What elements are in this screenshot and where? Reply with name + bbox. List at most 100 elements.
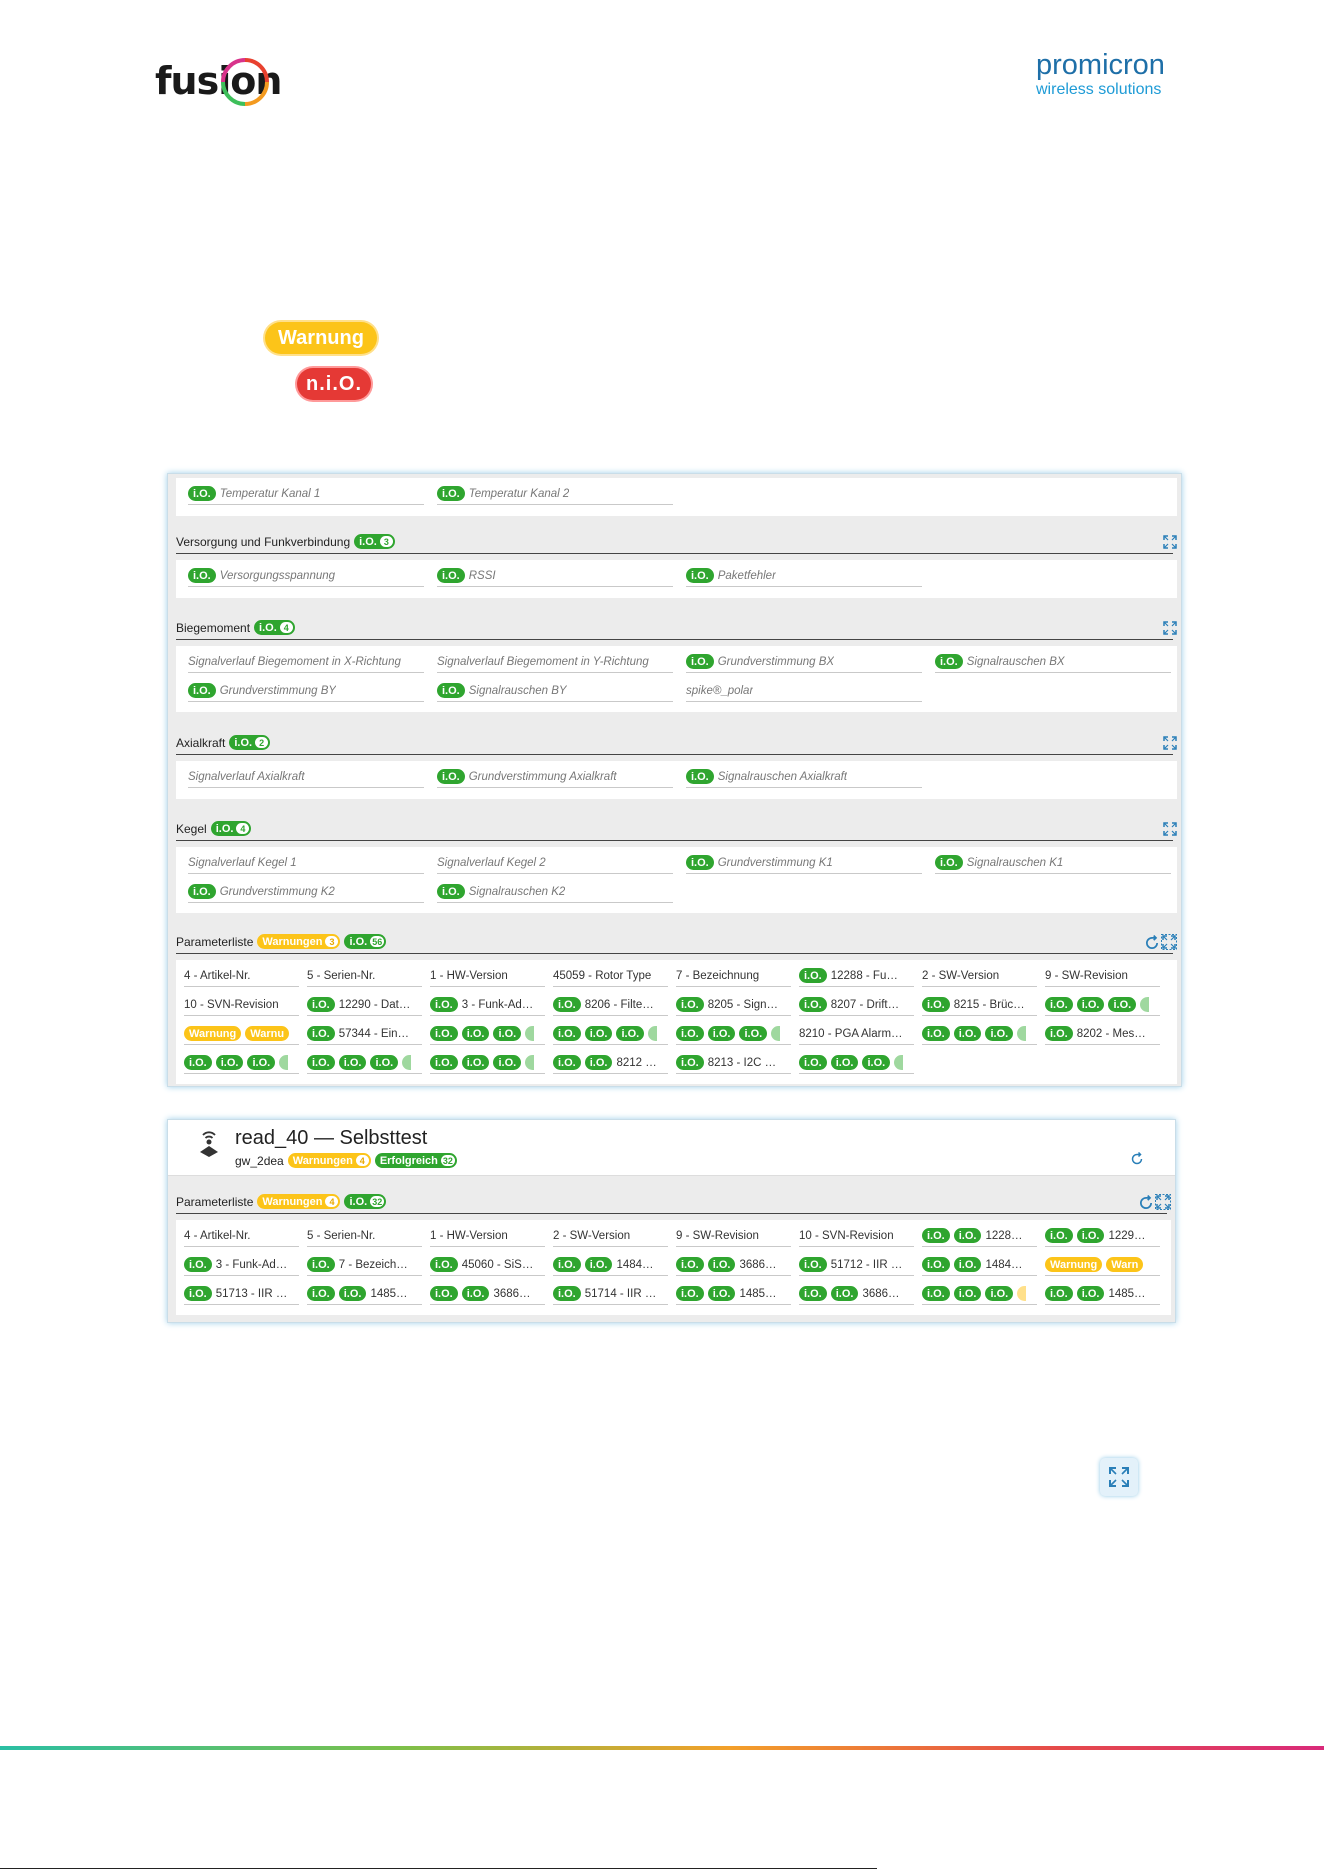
parameter-field[interactable]: i.O. 3 - Funk-Ad… <box>184 1254 299 1276</box>
measurement-field[interactable]: i.O. Paketfehler <box>686 565 922 587</box>
field-label: 3686… <box>739 1258 777 1271</box>
expand-icon[interactable] <box>1162 821 1178 837</box>
refresh-icon[interactable] <box>1144 935 1160 951</box>
io-badge: i.O. <box>307 1257 335 1272</box>
parameter-field[interactable]: i.O. 12290 - Dat… <box>307 994 422 1016</box>
field-label: 3 - Funk-Ad… <box>461 998 534 1011</box>
parameter-field[interactable]: i.O. i.O. 3686… <box>430 1283 545 1305</box>
io-badge: i.O. <box>799 1055 827 1070</box>
parameter-field[interactable]: 10 - SVN-Revision <box>184 994 299 1016</box>
parameter-field[interactable]: i.O. i.O. 1485… <box>307 1283 422 1305</box>
parameter-field[interactable]: i.O. i.O. 1228… <box>922 1225 1037 1247</box>
parameter-field[interactable]: i.O. 8205 - Sign… <box>676 994 791 1016</box>
parameter-field[interactable]: 9 - SW-Revision <box>1045 965 1160 987</box>
parameter-field[interactable]: 5 - Serien-Nr. <box>307 965 422 987</box>
measurement-field[interactable]: i.O. Signalrauschen K2 <box>437 881 673 903</box>
parameter-field[interactable]: i.O. i.O. 3686… <box>676 1254 791 1276</box>
parameter-field[interactable]: i.O. i.O. i.O. <box>1045 994 1160 1016</box>
measurement-field[interactable]: i.O. Signalrauschen BX <box>935 651 1171 673</box>
measurement-field[interactable]: i.O. Versorgungsspannung <box>188 565 424 587</box>
measurement-field[interactable]: Signalverlauf Biegemoment in X-Richtung <box>188 651 424 673</box>
measurement-field[interactable]: Signalverlauf Kegel 1 <box>188 852 424 874</box>
parameter-field[interactable]: i.O. 57344 - Ein… <box>307 1023 422 1045</box>
parameter-field[interactable]: i.O. i.O. 3686… <box>799 1283 914 1305</box>
io-badge: i.O. <box>935 654 963 669</box>
parameter-field[interactable]: 1 - HW-Version <box>430 965 545 987</box>
parameter-field[interactable]: 2 - SW-Version <box>922 965 1037 987</box>
refresh-icon[interactable] <box>1138 1195 1154 1211</box>
warnings-count-badge-count: 4 <box>325 1196 339 1207</box>
io-badge: i.O. <box>985 1026 1014 1041</box>
parameter-field[interactable]: i.O. i.O. i.O. <box>430 1052 545 1074</box>
measurement-field[interactable]: i.O. Grundverstimmung BY <box>188 680 424 702</box>
parameter-field[interactable]: 7 - Bezeichnung <box>676 965 791 987</box>
measurement-field[interactable]: spike®_polar <box>686 680 922 702</box>
measurement-field[interactable]: i.O. Signalrauschen K1 <box>935 852 1171 874</box>
parameter-field[interactable]: i.O. 8202 - Mes… <box>1045 1023 1160 1045</box>
parameter-field[interactable]: 1 - HW-Version <box>430 1225 545 1247</box>
parameter-field[interactable]: i.O. i.O. 1229… <box>1045 1225 1160 1247</box>
parameter-field[interactable]: 4 - Artikel-Nr. <box>184 965 299 987</box>
measurement-field[interactable]: i.O. Signalrauschen Axialkraft <box>686 766 922 788</box>
parameter-list-body: 4 - Artikel-Nr. 5 - Serien-Nr. 1 - HW-Vers… <box>176 960 1177 1084</box>
parameter-field[interactable]: 8210 - PGA Alarm… <box>799 1023 914 1045</box>
parameter-field[interactable]: i.O. i.O. i.O. <box>430 1023 545 1045</box>
parameter-field[interactable]: i.O. 12288 - Fu… <box>799 965 914 987</box>
parameter-field[interactable]: Warnung Warnu <box>184 1023 299 1045</box>
parameter-field[interactable]: i.O. 51714 - IIR … <box>553 1283 668 1305</box>
measurement-field[interactable]: Signalverlauf Axialkraft <box>188 766 424 788</box>
parameter-field[interactable]: i.O. i.O. i.O. <box>184 1052 299 1074</box>
parameter-field[interactable]: i.O. i.O. i.O. <box>676 1023 791 1045</box>
measurement-field[interactable]: Signalverlauf Kegel 2 <box>437 852 673 874</box>
refresh-icon[interactable] <box>1130 1152 1144 1166</box>
parameter-field[interactable]: i.O. i.O. i.O. <box>922 1283 1037 1305</box>
expand-icon[interactable] <box>1161 934 1177 950</box>
measurement-field[interactable]: i.O. Temperatur Kanal 1 <box>188 483 424 505</box>
parameter-field[interactable]: i.O. i.O. i.O. <box>307 1052 422 1074</box>
measurement-field[interactable]: i.O. Temperatur Kanal 2 <box>437 483 673 505</box>
expand-icon[interactable] <box>1155 1194 1171 1210</box>
parameter-field[interactable]: 9 - SW-Revision <box>676 1225 791 1247</box>
parameter-field[interactable]: i.O. i.O. 1484… <box>553 1254 668 1276</box>
parameter-field[interactable]: i.O. i.O. 1484… <box>922 1254 1037 1276</box>
measurement-field[interactable]: i.O. Grundverstimmung K1 <box>686 852 922 874</box>
parameter-field[interactable]: i.O. 8215 - Brüc… <box>922 994 1037 1016</box>
parameter-field[interactable]: i.O. i.O. i.O. <box>922 1023 1037 1045</box>
parameter-field[interactable]: 45059 - Rotor Type <box>553 965 668 987</box>
parameter-field[interactable]: Warnung Warn <box>1045 1254 1160 1276</box>
fullscreen-button[interactable] <box>1100 1458 1138 1496</box>
measurement-field[interactable]: i.O. Grundverstimmung BX <box>686 651 922 673</box>
success-count-badge: Erfolgreich 32 <box>374 1153 457 1168</box>
measurement-field[interactable]: Signalverlauf Biegemoment in Y-Richtung <box>437 651 673 673</box>
expand-icon[interactable] <box>1162 735 1178 751</box>
parameter-field[interactable]: 4 - Artikel-Nr. <box>184 1225 299 1247</box>
parameter-field[interactable]: i.O. i.O. 1485… <box>676 1283 791 1305</box>
parameter-field[interactable]: i.O. 51713 - IIR … <box>184 1283 299 1305</box>
parameter-field[interactable]: 2 - SW-Version <box>553 1225 668 1247</box>
field-label: Signalrauschen K2 <box>468 885 566 898</box>
field-label: 8205 - Sign… <box>707 998 779 1011</box>
expand-icon[interactable] <box>1162 620 1178 636</box>
parameter-field[interactable]: 5 - Serien-Nr. <box>307 1225 422 1247</box>
io-badge: i.O. <box>370 1055 399 1070</box>
parameter-field[interactable]: 10 - SVN-Revision <box>799 1225 914 1247</box>
measurement-field[interactable]: i.O. RSSI <box>437 565 673 587</box>
parameter-field[interactable]: i.O. 8207 - Drift… <box>799 994 914 1016</box>
parameter-field[interactable]: i.O. i.O. i.O. <box>553 1023 668 1045</box>
sensor-results-panel: i.O. Temperatur Kanal 1 i.O. Temperatur Kan… <box>167 473 1182 1087</box>
expand-icon[interactable] <box>1162 534 1178 550</box>
parameter-field[interactable]: i.O. i.O. i.O. <box>799 1052 914 1074</box>
parameter-field[interactable]: i.O. 8206 - Filte… <box>553 994 668 1016</box>
parameter-field[interactable]: i.O. i.O. 8212 … <box>553 1052 668 1074</box>
measurement-field[interactable]: i.O. Signalrauschen BY <box>437 680 673 702</box>
expand-icon <box>1109 1467 1129 1487</box>
parameter-field[interactable]: i.O. 8213 - I2C … <box>676 1052 791 1074</box>
parameter-field[interactable]: i.O. 45060 - SiS… <box>430 1254 545 1276</box>
measurement-field[interactable]: i.O. Grundverstimmung Axialkraft <box>437 766 673 788</box>
parameter-field[interactable]: i.O. 3 - Funk-Ad… <box>430 994 545 1016</box>
parameter-field[interactable]: i.O. 51712 - IIR … <box>799 1254 914 1276</box>
parameter-field[interactable]: i.O. 7 - Bezeich… <box>307 1254 422 1276</box>
parameter-field[interactable]: i.O. i.O. 1485… <box>1045 1283 1160 1305</box>
measurement-field[interactable]: i.O. Grundverstimmung K2 <box>188 881 424 903</box>
io-badge: i.O. <box>430 1055 458 1070</box>
